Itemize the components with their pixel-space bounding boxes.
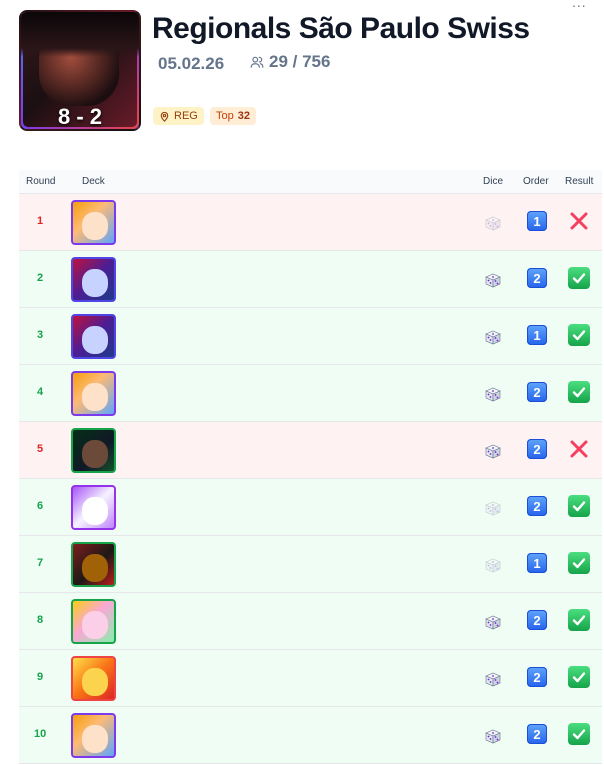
deck-leader-face (82, 554, 108, 582)
dice-won-icon (485, 387, 501, 402)
check-mark-icon (568, 666, 590, 688)
tournament-header: ... 8 - 2 Regionals São Paulo Swiss 05.0… (0, 0, 604, 160)
play-order-badge: 2 (527, 382, 547, 402)
cross-mark-icon (568, 210, 590, 232)
placement-prefix: Top (216, 110, 234, 122)
table-row[interactable]: 10 2 (19, 707, 602, 764)
dice-lost-icon (485, 216, 501, 231)
dice-won-icon (485, 672, 501, 687)
column-order: Order (523, 176, 549, 187)
nami-portrait-icon[interactable] (71, 713, 116, 758)
deck-leader-face (82, 326, 108, 354)
check-mark-icon (568, 267, 590, 289)
more-options-button[interactable]: ... (572, 0, 587, 10)
play-order-badge: 2 (527, 610, 547, 630)
purple-blue-leader-icon[interactable] (71, 257, 116, 302)
deck-leader-face (82, 497, 108, 525)
deck-leader-face (82, 269, 108, 297)
region-badge-label: REG (174, 110, 198, 122)
deck-leader-face (82, 668, 108, 696)
dice-lost-icon (485, 558, 501, 573)
page-title: Regionals São Paulo Swiss (152, 12, 530, 45)
table-row[interactable]: 3 1 (19, 308, 602, 365)
round-number: 10 (34, 728, 47, 740)
nami-portrait-icon[interactable] (71, 371, 116, 416)
play-order-badge: 2 (527, 268, 547, 288)
table-body: 1 12 23 14 25 2 6 2 7 1 8 2 9 2 10 2 (19, 194, 602, 764)
column-result: Result (565, 176, 594, 187)
deck-leader-face (82, 440, 108, 468)
play-order-badge: 2 (527, 724, 547, 744)
round-number: 3 (37, 329, 44, 341)
users-icon (250, 56, 264, 68)
deck-leader-face (82, 611, 108, 639)
table-row[interactable]: 6 2 (19, 479, 602, 536)
placement-badge: Top 32 (210, 107, 256, 125)
leader-hair-art (21, 12, 139, 57)
table-row[interactable]: 7 1 (19, 536, 602, 593)
table-row[interactable]: 5 2 (19, 422, 602, 479)
column-round: Round (26, 176, 56, 187)
leader-avatar: 8 - 2 (19, 10, 141, 131)
player-count-value: 29 / 756 (269, 52, 331, 71)
deck-leader-face (82, 212, 108, 240)
round-number: 1 (37, 215, 44, 227)
play-order-badge: 2 (527, 667, 547, 687)
column-dice: Dice (483, 176, 504, 187)
check-mark-icon (568, 609, 590, 631)
player-count: 29 / 756 (250, 52, 330, 72)
check-mark-icon (568, 723, 590, 745)
play-order-badge: 1 (527, 553, 547, 573)
round-number: 7 (37, 557, 44, 569)
round-number: 2 (37, 272, 44, 284)
region-badge[interactable]: REG (153, 107, 204, 125)
purple-blue-leader-icon[interactable] (71, 314, 116, 359)
dice-lost-icon (485, 501, 501, 516)
check-mark-icon (568, 381, 590, 403)
location-pin-icon (160, 111, 169, 122)
round-number: 5 (37, 443, 44, 455)
white-purple-leader-icon[interactable] (71, 485, 116, 530)
deck-leader-face (82, 383, 108, 411)
cross-mark-icon (568, 438, 590, 460)
green-swordsman-icon[interactable] (71, 428, 116, 473)
table-row[interactable]: 1 1 (19, 194, 602, 251)
dice-won-icon (485, 330, 501, 345)
play-order-badge: 2 (527, 496, 547, 516)
placement-value: 32 (237, 110, 250, 122)
event-date: 05.02.26 (158, 54, 225, 73)
play-order-badge: 1 (527, 325, 547, 345)
table-row[interactable]: 9 2 (19, 650, 602, 707)
check-mark-icon (568, 495, 590, 517)
column-deck: Deck (82, 176, 105, 187)
pink-hair-leader-icon[interactable] (71, 599, 116, 644)
record-score: 8 - 2 (57, 104, 103, 129)
table-row[interactable]: 8 2 (19, 593, 602, 650)
red-pirate-icon[interactable] (71, 542, 116, 587)
round-number: 9 (37, 671, 44, 683)
dice-won-icon (485, 273, 501, 288)
round-number: 8 (37, 614, 44, 626)
deck-leader-face (82, 725, 108, 753)
table-header: Round Deck Dice Order Result (19, 170, 602, 194)
dice-won-icon (485, 615, 501, 630)
table-row[interactable]: 4 2 (19, 365, 602, 422)
check-mark-icon (568, 552, 590, 574)
round-number: 4 (37, 386, 44, 398)
rounds-table: Round Deck Dice Order Result 1 12 23 14 (19, 170, 602, 764)
play-order-badge: 2 (527, 439, 547, 459)
nami-portrait-icon[interactable] (71, 200, 116, 245)
dice-won-icon (485, 729, 501, 744)
round-number: 6 (37, 500, 44, 512)
dice-won-icon (485, 444, 501, 459)
play-order-badge: 1 (527, 211, 547, 231)
table-row[interactable]: 2 2 (19, 251, 602, 308)
yellow-fighter-icon[interactable] (71, 656, 116, 701)
check-mark-icon (568, 324, 590, 346)
